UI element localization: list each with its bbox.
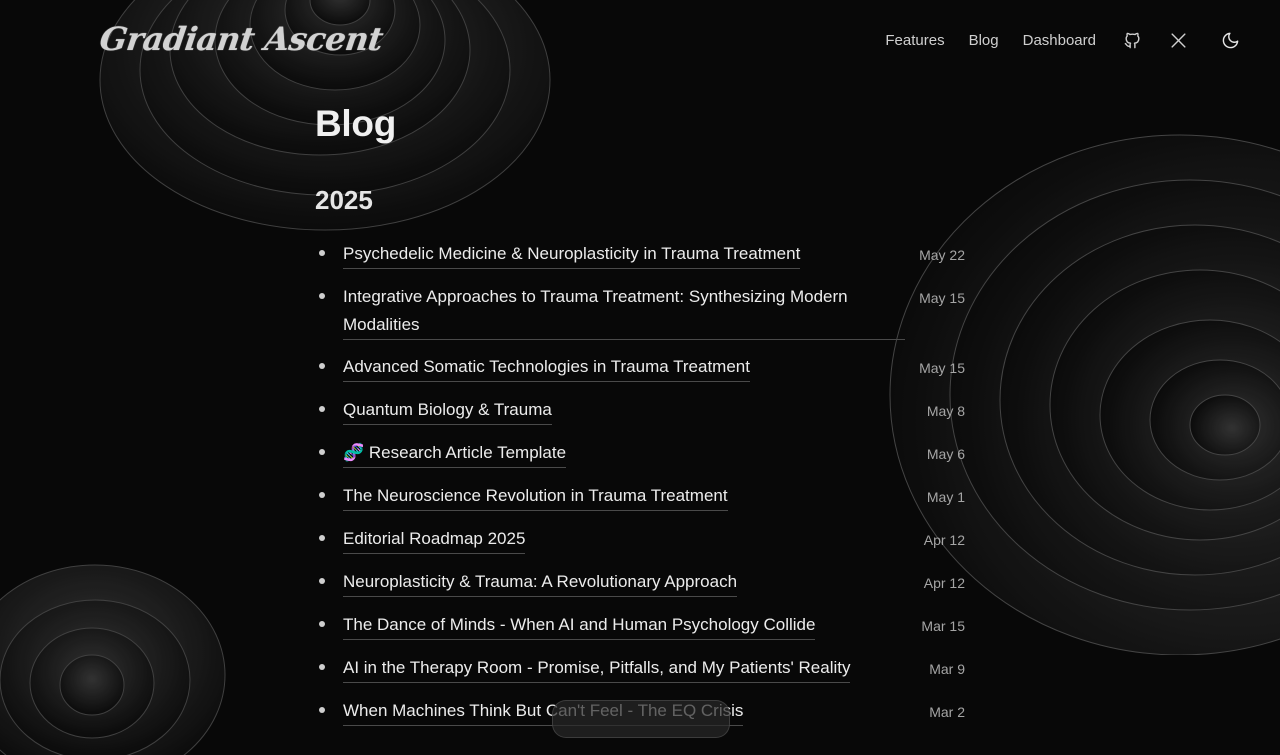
post-date: May 22 (919, 247, 965, 263)
post-date: May 8 (926, 403, 965, 419)
post-link[interactable]: AI in the Therapy Room - Promise, Pitfal… (343, 654, 851, 683)
post-date: May 15 (919, 360, 965, 376)
post-item: Psychedelic Medicine & Neuroplasticity i… (315, 240, 965, 270)
post-item: The Dance of Minds - When AI and Human P… (315, 611, 965, 641)
post-item: Advanced Somatic Technologies in Trauma … (315, 353, 965, 383)
x-icon[interactable] (1168, 30, 1188, 50)
post-date: Mar 15 (921, 618, 965, 634)
github-icon[interactable] (1122, 30, 1142, 50)
post-link[interactable]: Neuroplasticity & Trauma: A Revolutionar… (343, 568, 738, 597)
site-header: Gradiant Ascent Features Blog Dashboard (0, 0, 1280, 84)
post-link[interactable]: Editorial Roadmap 2025 (343, 525, 526, 554)
post-date: May 6 (926, 446, 965, 462)
post-date: Apr 12 (923, 532, 965, 548)
post-date: May 1 (926, 489, 965, 505)
year-heading: 2025 (315, 185, 373, 215)
floating-toolbar[interactable] (552, 700, 730, 738)
post-item: Quantum Biology & Trauma May 8 (315, 396, 965, 426)
post-date: Mar 2 (929, 704, 965, 720)
blog-main: Blog 2025 Psychedelic Medicine & Neuropl… (315, 100, 965, 740)
main-nav: Features Blog Dashboard (861, 30, 1240, 50)
post-link[interactable]: Advanced Somatic Technologies in Trauma … (343, 353, 750, 382)
post-link[interactable]: The Dance of Minds - When AI and Human P… (343, 611, 816, 640)
post-item: Editorial Roadmap 2025 Apr 12 (315, 525, 965, 555)
moon-icon[interactable] (1220, 30, 1240, 50)
background-flower-bottom-left (0, 564, 226, 755)
post-link[interactable]: Quantum Biology & Trauma (343, 396, 552, 425)
post-date: May 15 (919, 290, 965, 306)
post-link[interactable]: Psychedelic Medicine & Neuroplasticity i… (343, 240, 801, 269)
nav-link-dashboard[interactable]: Dashboard (1023, 32, 1096, 49)
nav-link-features[interactable]: Features (885, 32, 944, 49)
post-list: Psychedelic Medicine & Neuroplasticity i… (315, 240, 965, 727)
post-date: Mar 9 (929, 661, 965, 677)
post-item: 🧬 Research Article Template May 6 (315, 439, 965, 469)
site-logo[interactable]: Gradiant Ascent (97, 20, 385, 58)
post-item: Integrative Approaches to Trauma Treatme… (315, 283, 965, 340)
post-date: Apr 12 (923, 575, 965, 591)
post-link[interactable]: 🧬 Research Article Template (343, 439, 567, 468)
post-link[interactable]: The Neuroscience Revolution in Trauma Tr… (343, 482, 728, 511)
nav-link-blog[interactable]: Blog (969, 32, 999, 49)
post-item: Neuroplasticity & Trauma: A Revolutionar… (315, 568, 965, 598)
page-title: Blog (315, 103, 397, 144)
post-item: AI in the Therapy Room - Promise, Pitfal… (315, 654, 965, 684)
post-item: The Neuroscience Revolution in Trauma Tr… (315, 482, 965, 512)
post-link[interactable]: Integrative Approaches to Trauma Treatme… (343, 283, 906, 340)
